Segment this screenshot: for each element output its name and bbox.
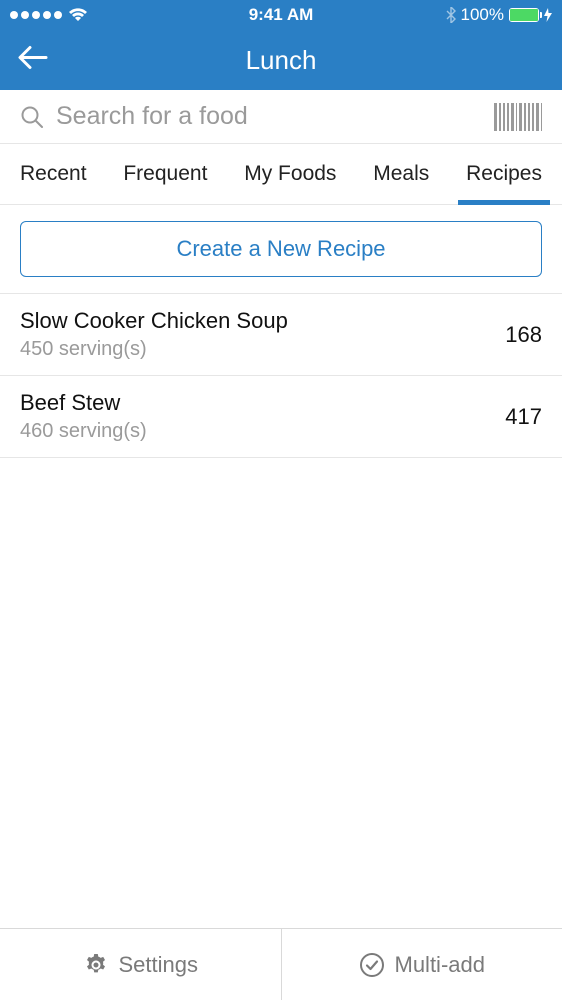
nav-bar: Lunch (0, 30, 562, 90)
bottom-bar: Settings Multi-add (0, 928, 562, 1000)
recipe-list: Slow Cooker Chicken Soup 450 serving(s) … (0, 294, 562, 928)
search-input[interactable] (56, 102, 482, 131)
settings-label: Settings (119, 952, 199, 978)
gear-icon (83, 952, 109, 978)
tab-recipes[interactable]: Recipes (466, 144, 542, 204)
tabs: Recent Frequent My Foods Meals Recipes (0, 144, 562, 205)
list-item[interactable]: Beef Stew 460 serving(s) 417 (0, 376, 562, 458)
list-item-title: Beef Stew (20, 390, 147, 416)
list-item-info: Slow Cooker Chicken Soup 450 serving(s) (20, 308, 288, 361)
multi-add-label: Multi-add (395, 952, 485, 978)
status-time: 9:41 AM (249, 5, 314, 25)
status-bar: 9:41 AM 100% (0, 0, 562, 30)
page-title: Lunch (246, 45, 317, 76)
arrow-left-icon (18, 44, 48, 72)
barcode-button[interactable] (494, 103, 542, 131)
list-item-servings: 460 serving(s) (20, 420, 147, 443)
multi-add-button[interactable]: Multi-add (281, 929, 562, 1000)
list-item[interactable]: Slow Cooker Chicken Soup 450 serving(s) … (0, 294, 562, 376)
back-button[interactable] (18, 44, 48, 77)
list-item-calories: 417 (505, 404, 542, 430)
signal-dots-icon (10, 11, 62, 19)
create-recipe-button[interactable]: Create a New Recipe (20, 221, 542, 277)
search-row (0, 90, 562, 144)
check-circle-icon (359, 952, 385, 978)
battery-percent: 100% (461, 5, 504, 25)
bluetooth-icon (446, 7, 456, 23)
charging-icon (544, 8, 552, 22)
settings-button[interactable]: Settings (0, 929, 281, 1000)
tab-meals[interactable]: Meals (373, 144, 429, 204)
list-item-title: Slow Cooker Chicken Soup (20, 308, 288, 334)
list-item-calories: 168 (505, 322, 542, 348)
list-item-servings: 450 serving(s) (20, 338, 288, 361)
create-recipe-wrap: Create a New Recipe (0, 205, 562, 294)
tab-my-foods[interactable]: My Foods (244, 144, 336, 204)
wifi-icon (68, 8, 88, 22)
list-item-info: Beef Stew 460 serving(s) (20, 390, 147, 443)
status-right: 100% (446, 5, 552, 25)
battery-icon (509, 8, 539, 22)
status-left (10, 8, 88, 22)
tab-recent[interactable]: Recent (20, 144, 87, 204)
tab-frequent[interactable]: Frequent (123, 144, 207, 204)
search-icon (20, 105, 44, 129)
